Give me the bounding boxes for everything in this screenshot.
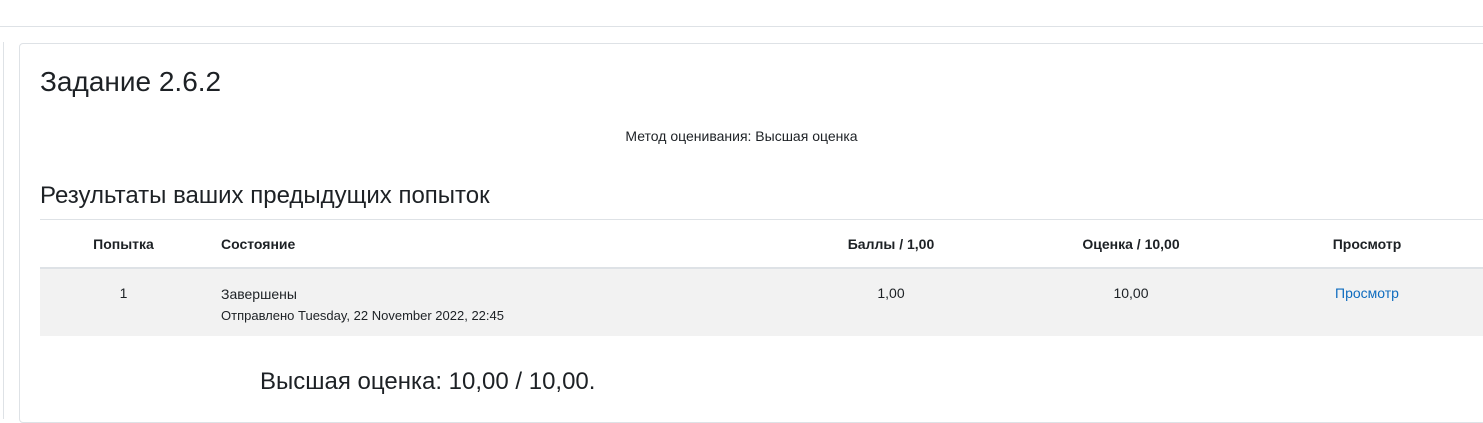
grading-method: Метод оценивания: Высшая оценка: [625, 128, 858, 144]
attempts-summary-heading: Результаты ваших предыдущих попыток: [40, 182, 490, 209]
review-attempt-link[interactable]: Просмотр: [1335, 285, 1399, 301]
attempt-state: Завершены: [221, 286, 297, 302]
left-drawer-edge: [0, 42, 4, 419]
attempt-state-cell: Завершены Отправлено Tuesday, 22 Novembe…: [207, 268, 771, 336]
page-title: Задание 2.6.2: [40, 66, 222, 97]
table-row: 1 Завершены Отправлено Tuesday, 22 Novem…: [40, 268, 1483, 336]
attempt-marks: 1,00: [877, 285, 905, 301]
attempt-grade: 10,00: [1113, 285, 1149, 301]
column-header-attempt: Попытка: [40, 219, 207, 269]
top-navbar: [0, 0, 1483, 27]
table-header-row: Попытка Состояние Баллы / 1,00 Оценка / …: [40, 219, 1483, 269]
attempt-number: 1: [119, 285, 128, 301]
attempts-summary-table: Попытка Состояние Баллы / 1,00 Оценка / …: [40, 219, 1483, 336]
column-header-state: Состояние: [207, 219, 771, 269]
column-header-marks: Баллы / 1,00: [771, 219, 1011, 269]
column-header-review: Просмотр: [1251, 219, 1483, 269]
attempt-number-cell: 1: [40, 268, 207, 336]
attempt-marks-cell: 1,00: [771, 268, 1011, 336]
column-header-grade: Оценка / 10,00: [1011, 219, 1251, 269]
highest-grade-feedback: Высшая оценка: 10,00 / 10,00.: [260, 368, 596, 395]
attempt-submitted-time: Отправлено Tuesday, 22 November 2022, 22…: [221, 308, 504, 323]
attempt-grade-cell: 10,00: [1011, 268, 1251, 336]
attempt-review-cell: Просмотр: [1251, 268, 1483, 336]
